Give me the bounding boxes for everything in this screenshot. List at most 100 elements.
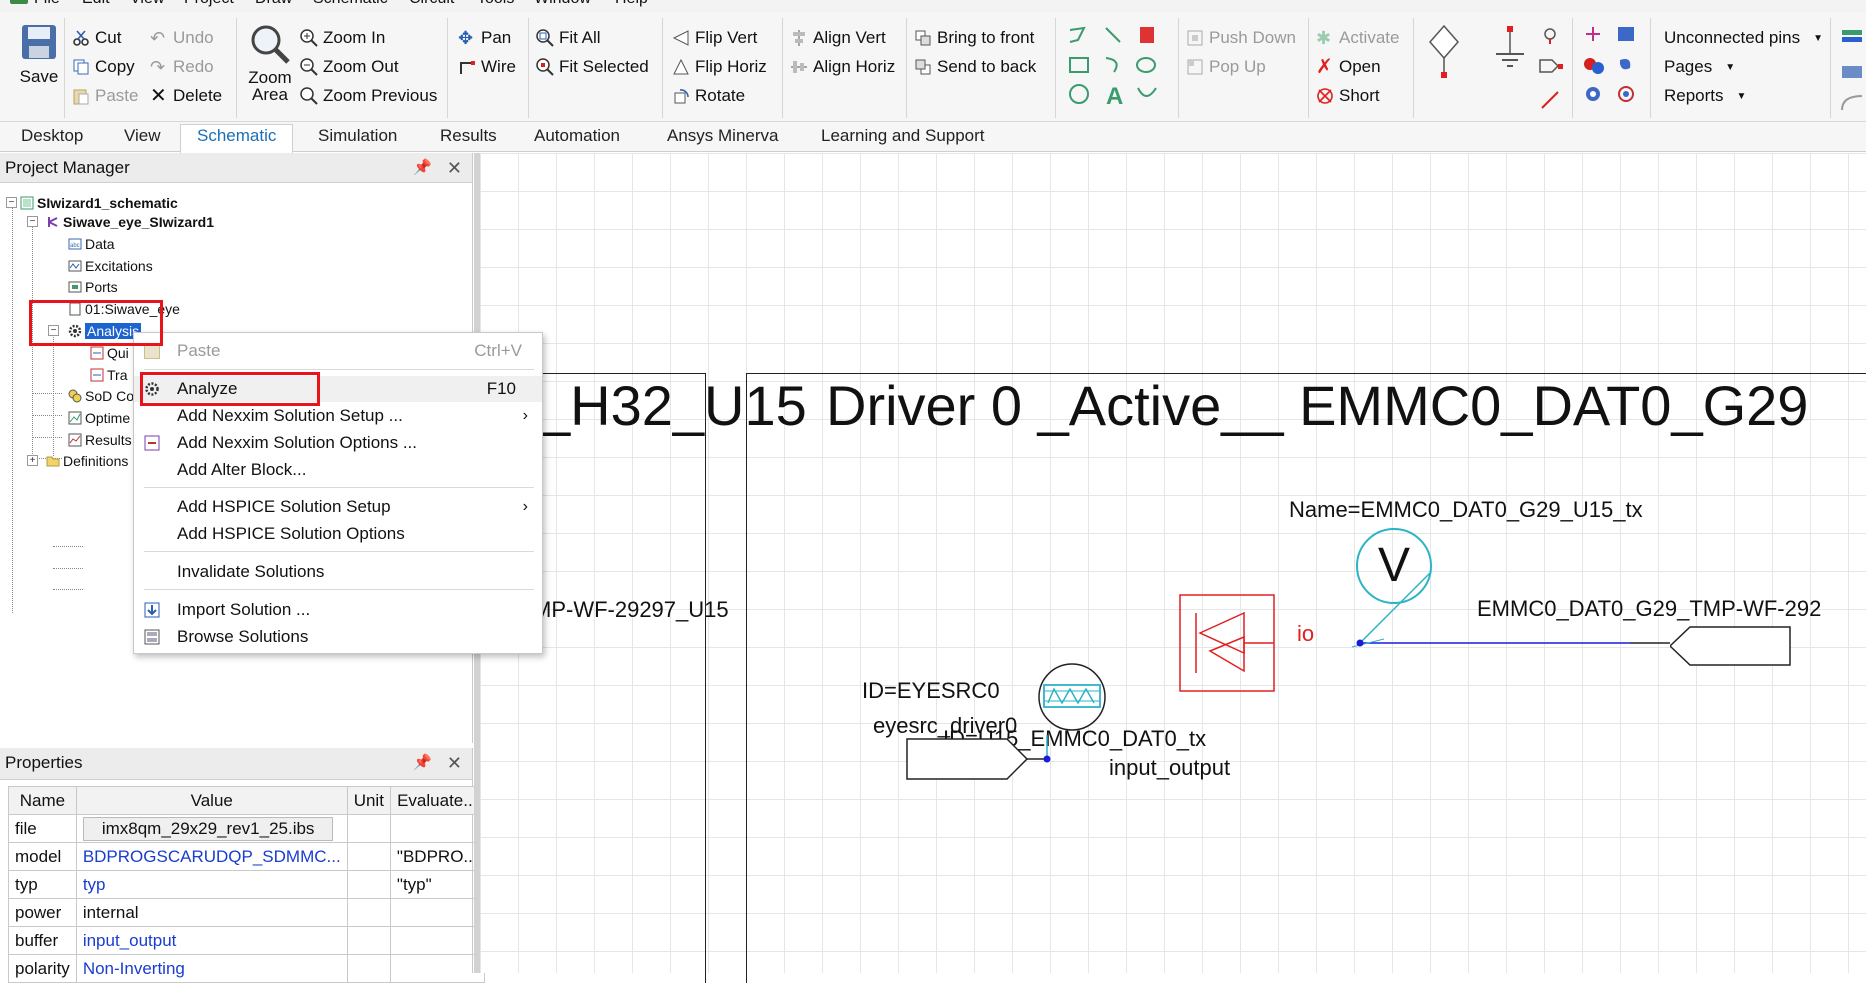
tree-label: Optime — [85, 410, 131, 426]
send-to-back-button[interactable]: Send to back — [914, 55, 1036, 79]
column-header-value[interactable]: Value — [75, 786, 348, 815]
zoom-previous-button[interactable]: Zoom Previous — [300, 84, 437, 108]
zoom-in-button[interactable]: Zoom In — [300, 26, 385, 50]
property-value[interactable]: input_output — [75, 926, 348, 955]
pages-dropdown[interactable]: Pages ▼ — [1664, 55, 1735, 79]
menu-draw[interactable]: Draw — [255, 0, 292, 8]
property-evaluated — [389, 954, 485, 983]
tree-transient[interactable]: Tra — [90, 366, 127, 384]
menu-window[interactable]: Window — [534, 0, 591, 8]
tab-automation[interactable]: Automation — [534, 125, 620, 151]
port-connector-right[interactable] — [1670, 626, 1800, 668]
tree-excitations[interactable]: Excitations — [68, 257, 153, 275]
undo-button[interactable]: ↶ Undo — [150, 26, 214, 50]
menu-item-add-alter-block[interactable]: Add Alter Block... — [134, 457, 542, 483]
close-icon[interactable]: ✕ — [447, 748, 462, 778]
menu-item-import-solution[interactable]: Import Solution ... — [134, 597, 542, 623]
zoom-out-button[interactable]: Zoom Out — [300, 55, 399, 79]
tree-project-root[interactable]: SIwizard1_schematic — [20, 194, 178, 212]
short-button[interactable]: Short — [1316, 84, 1380, 108]
flip-horiz-button[interactable]: Flip Horiz — [672, 55, 767, 79]
zoom-area-button[interactable]: Zoom Area — [243, 22, 297, 103]
property-value[interactable]: imx8qm_29x29_rev1_25.ibs — [75, 814, 348, 843]
column-header-unit[interactable]: Unit — [346, 786, 391, 815]
expand-icon[interactable]: + — [27, 455, 38, 466]
align-horiz-button[interactable]: Align Horiz — [790, 55, 895, 79]
menu-item-invalidate-solutions[interactable]: Invalidate Solutions — [134, 559, 542, 585]
eyesrc-port-connector[interactable] — [905, 731, 1075, 801]
menu-file[interactable]: File — [34, 0, 60, 8]
menu-circuit[interactable]: Circuit — [409, 0, 454, 8]
property-value[interactable]: internal — [75, 898, 348, 927]
align-vert-button[interactable]: Align Vert — [790, 26, 886, 50]
tree-results[interactable]: Results — [68, 431, 132, 449]
reports-dropdown[interactable]: Reports ▼ — [1664, 84, 1746, 108]
page-connector-icon[interactable] — [1424, 22, 1464, 82]
flip-vert-button[interactable]: Flip Vert — [672, 26, 757, 50]
tree-ports[interactable]: Ports — [68, 278, 118, 296]
delete-button[interactable]: ✕ Delete — [150, 84, 222, 108]
menu-project[interactable]: Project — [184, 0, 234, 8]
menu-item-add-hspice-setup[interactable]: Add HSPICE Solution Setup › — [134, 494, 542, 520]
property-value[interactable]: typ — [75, 870, 348, 899]
property-value[interactable]: BDPROGSCARUDQP_SDMMC... — [75, 842, 348, 871]
close-icon[interactable]: ✕ — [447, 153, 462, 183]
copy-button[interactable]: Copy — [72, 55, 135, 79]
fit-selected-button[interactable]: Fit Selected — [536, 55, 649, 79]
menu-help[interactable]: Help — [615, 0, 648, 8]
collapse-icon[interactable]: − — [6, 197, 17, 208]
menu-item-add-hspice-options[interactable]: Add HSPICE Solution Options — [134, 521, 542, 547]
push-down-button[interactable]: Push Down — [1186, 26, 1296, 50]
column-header-evaluated[interactable]: Evaluate... — [389, 786, 485, 815]
menu-tools[interactable]: Tools — [477, 0, 514, 8]
rotate-button[interactable]: Rotate — [672, 84, 745, 108]
collapse-icon[interactable]: − — [27, 216, 38, 227]
menu-edit[interactable]: Edit — [82, 0, 110, 8]
wire-button[interactable]: Wire — [458, 55, 516, 79]
menu-item-add-nexxim-setup[interactable]: Add Nexxim Solution Setup ... › — [134, 403, 542, 429]
unconnected-pins-dropdown[interactable]: Unconnected pins ▼ — [1664, 26, 1823, 50]
fit-all-button[interactable]: Fit All — [536, 26, 601, 50]
menu-view[interactable]: View — [130, 0, 164, 8]
menu-item-add-nexxim-options[interactable]: Add Nexxim Solution Options ... — [134, 430, 542, 456]
tab-simulation[interactable]: Simulation — [318, 125, 397, 151]
tab-ansys-minerva[interactable]: Ansys Minerva — [667, 125, 778, 151]
tree-optimetrics[interactable]: Optime — [68, 409, 130, 427]
pop-up-button[interactable]: Pop Up — [1186, 55, 1266, 79]
redo-button[interactable]: ↷ Redo — [150, 55, 214, 79]
activate-button[interactable]: ✱ Activate — [1316, 26, 1399, 50]
excitations-icon — [68, 260, 82, 272]
menu-item-browse-solutions[interactable]: Browse Solutions — [134, 624, 542, 650]
draw-shapes-palette[interactable]: A — [1066, 24, 1166, 120]
tab-schematic[interactable]: Schematic — [180, 124, 294, 154]
pin-tools[interactable] — [1582, 24, 1642, 120]
pin-icon[interactable]: 📌 — [413, 748, 432, 778]
tree-definitions[interactable]: Definitions — [46, 452, 128, 470]
tab-learning-and-support[interactable]: Learning and Support — [821, 125, 985, 151]
tree-quick-eye[interactable]: Qui — [90, 344, 129, 362]
ground-icon[interactable] — [1492, 22, 1528, 82]
save-button[interactable]: Save — [14, 22, 64, 87]
layers-tools[interactable] — [1838, 26, 1866, 116]
paste-button[interactable]: Paste — [72, 84, 138, 108]
tree-sod[interactable]: SoD Co — [68, 387, 134, 405]
bring-to-front-button[interactable]: Bring to front — [914, 26, 1034, 50]
tab-view[interactable]: View — [124, 125, 161, 151]
menu-schematic[interactable]: Schematic — [313, 0, 388, 8]
pan-button[interactable]: ✥ Pan — [458, 26, 511, 50]
tree-data[interactable]: abc Data — [68, 235, 115, 253]
tab-results[interactable]: Results — [440, 125, 497, 151]
pin-icon[interactable]: 📌 — [413, 153, 432, 183]
property-value[interactable]: Non-Inverting — [75, 954, 348, 983]
cut-button[interactable]: Cut — [72, 26, 121, 50]
tab-desktop[interactable]: Desktop — [21, 125, 83, 151]
tree-design[interactable]: Siwave_eye_SIwizard1 — [46, 213, 214, 231]
menu-item-paste[interactable]: Paste Ctrl+V — [134, 338, 542, 364]
file-select-button[interactable]: imx8qm_29x29_rev1_25.ibs — [82, 816, 334, 841]
schematic-canvas[interactable]: _H32_U15 Driver 0 _Active__ EMMC0_DAT0_G… — [480, 153, 1866, 983]
open-button[interactable]: ✗ Open — [1316, 55, 1381, 79]
column-header-name[interactable]: Name — [8, 786, 77, 815]
line-shape-icon — [1105, 27, 1121, 43]
probe-tools[interactable] — [1536, 24, 1566, 120]
properties-title-bar: Properties 📌 ✕ — [0, 748, 472, 780]
